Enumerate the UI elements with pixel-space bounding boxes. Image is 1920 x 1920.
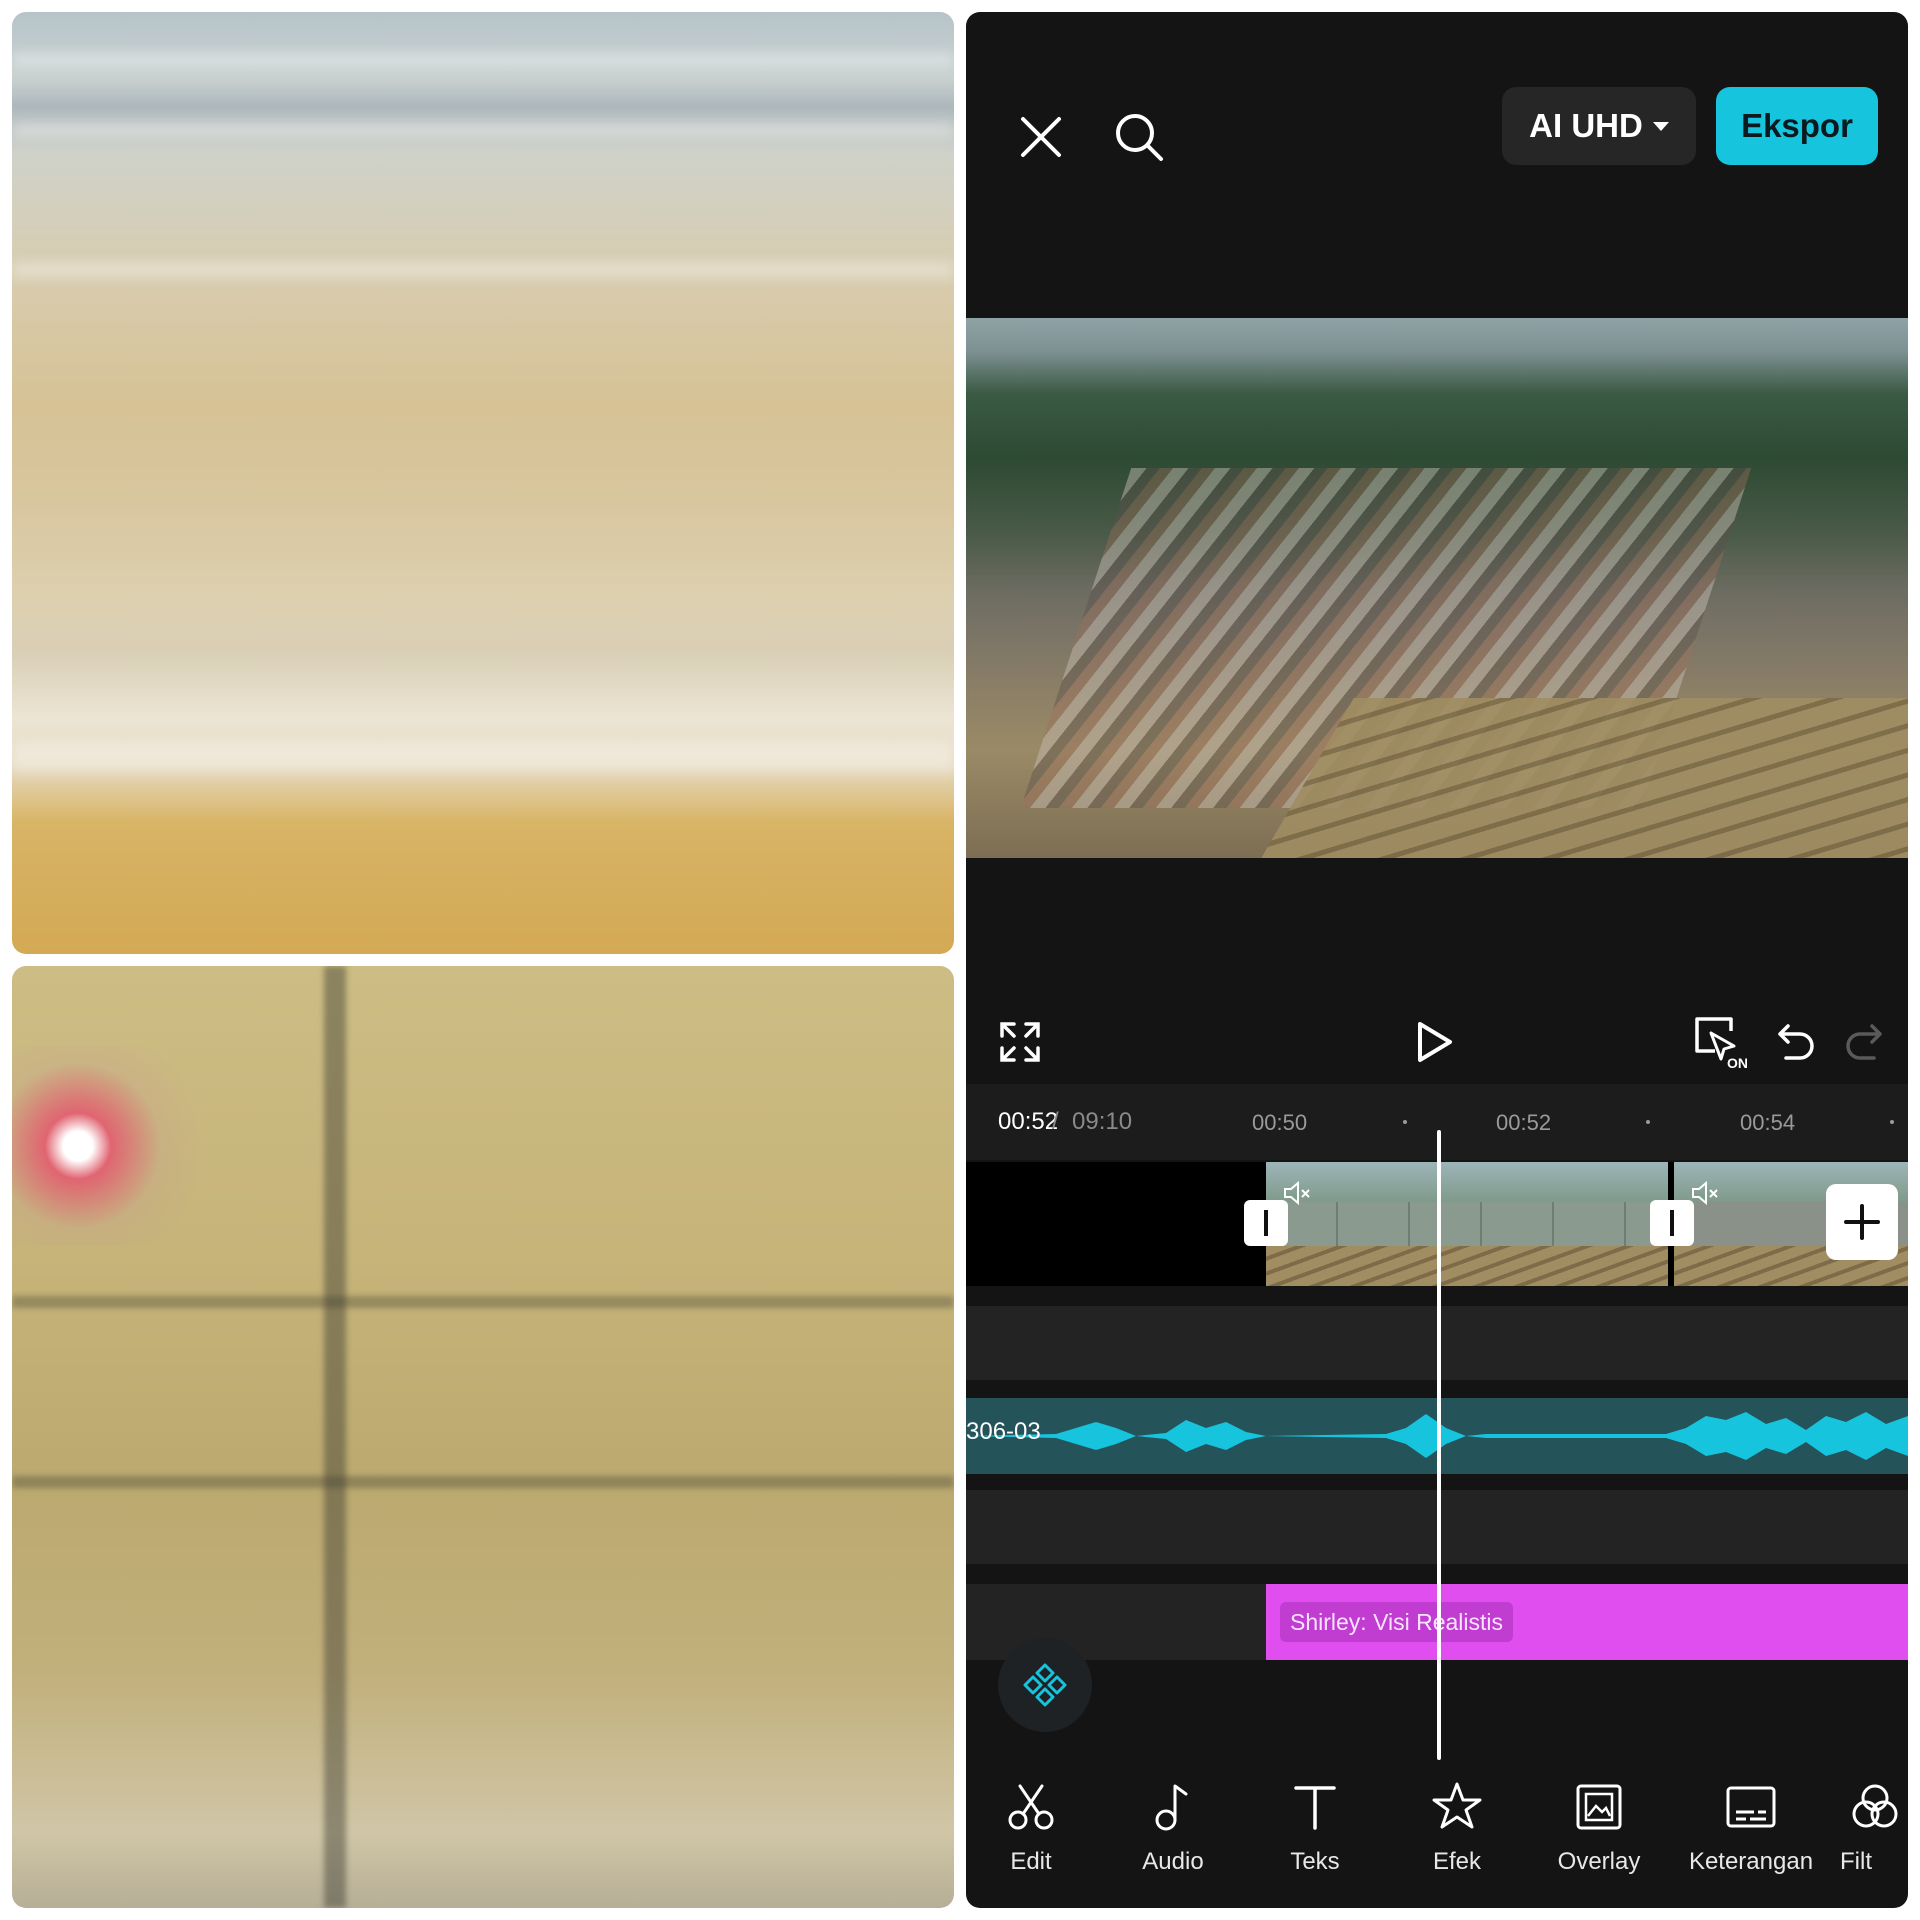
photo-streak: [12, 262, 954, 278]
muted-speaker-icon: [1284, 1180, 1310, 1206]
tool-label: Audio: [1142, 1848, 1204, 1875]
effect-clip-label: Shirley: Visi Realistis: [1280, 1602, 1514, 1642]
keyframe-button[interactable]: [998, 1638, 1092, 1732]
overlay-image-icon: [1576, 1784, 1622, 1830]
quality-select[interactable]: AI UHD: [1502, 87, 1696, 165]
playhead[interactable]: [1437, 1130, 1441, 1760]
quality-label: AI UHD: [1529, 107, 1643, 144]
close-icon: [1021, 117, 1061, 157]
music-note-icon: [1155, 1784, 1188, 1831]
redo-button[interactable]: [1834, 1012, 1894, 1072]
tool-label: Teks: [1290, 1848, 1340, 1875]
photo-streak: [12, 742, 954, 772]
photo-grid-line: [12, 1296, 954, 1308]
move-keyframe-icon: [1023, 1663, 1067, 1707]
keyframe-on-icon: ON: [1695, 1017, 1747, 1069]
transition-button[interactable]: [1650, 1200, 1694, 1246]
bottom-toolbar: Edit Audio Teks Efek Overlay Keterangan …: [966, 1780, 1908, 1908]
photo-streak: [12, 122, 954, 138]
captions-icon: [1726, 1786, 1776, 1828]
photo-bottom: [12, 966, 954, 1908]
photo-top: [12, 12, 954, 954]
tool-label: Keterangan: [1688, 1848, 1814, 1875]
tool-edit[interactable]: Edit: [966, 1780, 1096, 1900]
ruler-dot: [1403, 1120, 1407, 1124]
tool-label: Edit: [1010, 1848, 1052, 1875]
tool-text[interactable]: Teks: [1250, 1780, 1380, 1900]
photo-streak: [12, 52, 954, 68]
undo-button[interactable]: [1766, 1012, 1826, 1072]
search-icon: [1116, 114, 1163, 161]
ruler-dot: [1890, 1120, 1894, 1124]
filter-icon: [1852, 1784, 1898, 1828]
add-clip-button[interactable]: [1826, 1184, 1898, 1260]
export-button[interactable]: Ekspor: [1716, 87, 1878, 165]
scissors-icon: [1008, 1784, 1054, 1830]
video-preview[interactable]: [966, 318, 1908, 858]
video-clip[interactable]: [1266, 1162, 1668, 1286]
ruler-tick: 00:50: [1252, 1110, 1308, 1135]
photo-grid-line: [12, 1476, 954, 1488]
tool-label: Overlay: [1557, 1848, 1641, 1875]
video-editor: AI UHD Ekspor ON 00:52 / 09:10 00:50 00:…: [966, 12, 1908, 1908]
current-time: 00:52: [998, 1108, 1059, 1135]
transition-icon: [1670, 1210, 1674, 1236]
tool-effects[interactable]: Efek: [1392, 1780, 1522, 1900]
transition-icon: [1264, 1210, 1268, 1236]
fullscreen-icon: [1000, 1022, 1040, 1062]
auto-keyframe-toggle[interactable]: ON: [1686, 1008, 1752, 1074]
sparkle-star-icon: [1432, 1782, 1482, 1829]
audio-clip-label: 306-03: [966, 1418, 1041, 1445]
muted-speaker-icon: [1692, 1180, 1718, 1206]
ruler-tick: 00:52: [1496, 1110, 1552, 1135]
time-separator: /: [1052, 1108, 1059, 1135]
tool-overlay[interactable]: Overlay: [1534, 1780, 1664, 1900]
fullscreen-button[interactable]: [990, 1012, 1050, 1072]
play-icon: [1418, 1022, 1452, 1062]
text-icon: [1294, 1786, 1336, 1830]
photo-glare: [12, 1046, 232, 1246]
photo-grid-line: [324, 966, 346, 1908]
tool-captions[interactable]: Keterangan: [1676, 1780, 1826, 1900]
play-button[interactable]: [1402, 1010, 1466, 1074]
undo-icon: [1778, 1024, 1814, 1060]
tool-label: Efek: [1432, 1848, 1482, 1875]
tool-label: Filt: [1840, 1848, 1872, 1875]
keyframe-on-badge: ON: [1727, 1055, 1747, 1069]
chevron-down-icon: [1652, 121, 1669, 131]
preview-rice-fields: [1238, 698, 1908, 858]
export-label: Ekspor: [1741, 107, 1853, 144]
effect-clip[interactable]: Shirley: Visi Realistis: [1266, 1584, 1908, 1660]
plus-icon: [1844, 1204, 1880, 1240]
tool-filter[interactable]: Filt: [1836, 1780, 1908, 1900]
ruler-tick: 00:54: [1740, 1110, 1796, 1135]
search-button[interactable]: [1104, 102, 1174, 172]
ruler-dot: [1646, 1120, 1650, 1124]
close-button[interactable]: [1006, 102, 1076, 172]
redo-icon: [1846, 1024, 1882, 1060]
total-duration: 09:10: [1072, 1108, 1133, 1135]
tool-audio[interactable]: Audio: [1108, 1780, 1238, 1900]
